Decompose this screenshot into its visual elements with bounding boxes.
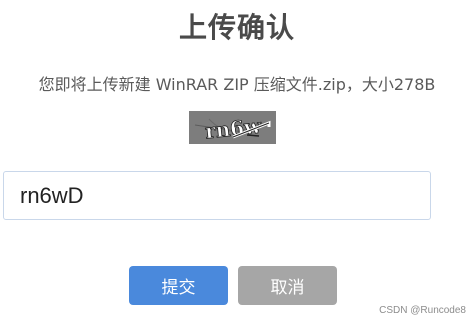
watermark: CSDN @Runcode8	[379, 305, 466, 316]
submit-button[interactable]: 提交	[129, 266, 228, 305]
dialog-title: 上传确认	[178, 11, 295, 44]
upload-message: 您即将上传新建 WinRAR ZIP 压缩文件.zip，大小278B	[38, 75, 436, 94]
cancel-button[interactable]: 取消	[238, 266, 337, 305]
captcha-graphic: rn6w	[189, 111, 276, 144]
verification-code-input[interactable]	[3, 171, 431, 220]
captcha-image[interactable]: rn6w	[189, 111, 276, 144]
